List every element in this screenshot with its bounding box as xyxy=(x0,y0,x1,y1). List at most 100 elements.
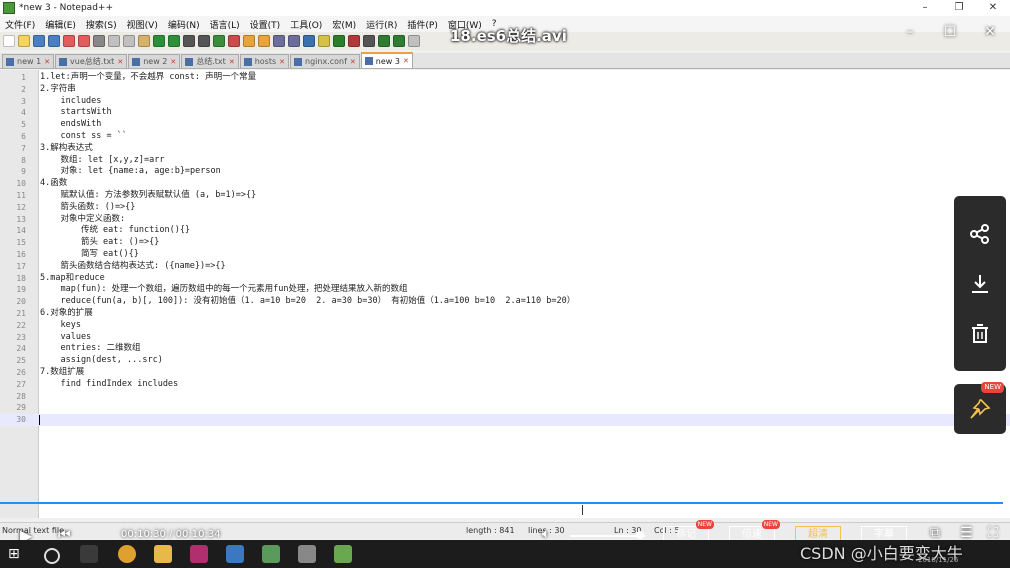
editor-line[interactable]: 29 xyxy=(0,402,1010,414)
editor-line[interactable]: 2 2.字符串 xyxy=(0,84,1010,96)
editor-line[interactable]: 9 对象: let {name:a, age:b}=person xyxy=(0,166,1010,178)
run-macro-icon[interactable] xyxy=(393,35,405,47)
pin-button[interactable]: NEW xyxy=(954,382,1006,434)
editor-line[interactable]: 18 5.map和reduce xyxy=(0,273,1010,285)
show-all-chars-icon[interactable] xyxy=(288,35,300,47)
tab-vue-summary[interactable]: vue总结.txt ✕ xyxy=(55,54,128,68)
save-macro-icon[interactable] xyxy=(408,35,420,47)
close-file-icon[interactable] xyxy=(63,35,75,47)
replace-icon[interactable] xyxy=(198,35,210,47)
editor-line[interactable]: 7 3.解构表达式 xyxy=(0,143,1010,155)
editor-line[interactable]: 25 assign(dest, ...src) xyxy=(0,355,1010,367)
menu-plugins[interactable]: 插件(P) xyxy=(402,18,442,31)
menu-run[interactable]: 运行(R) xyxy=(361,18,402,31)
tab-close-icon[interactable]: ✕ xyxy=(117,58,123,66)
pip-icon[interactable]: ⧉ xyxy=(930,525,940,541)
menu-macro[interactable]: 宏(M) xyxy=(327,18,361,31)
editor-line[interactable]: 6 const ss = `` xyxy=(0,131,1010,143)
editor-line[interactable]: 15 箭头 eat: ()=>{} xyxy=(0,237,1010,249)
text-editor[interactable]: 1 1.let:声明一个变量，不会越界 const: 声明一个常量 2 2.字符串 3 … xyxy=(0,70,1010,518)
editor-line[interactable]: 3 includes xyxy=(0,96,1010,108)
menu-edit[interactable]: 编辑(E) xyxy=(40,18,81,31)
print-icon[interactable] xyxy=(93,35,105,47)
app-icon-1[interactable] xyxy=(190,545,208,563)
menu-search[interactable]: 搜索(S) xyxy=(81,18,122,31)
editor-line[interactable]: 28 xyxy=(0,391,1010,403)
copy-icon[interactable] xyxy=(123,35,135,47)
indent-guide-icon[interactable] xyxy=(303,35,315,47)
player-close-icon[interactable]: ✕ xyxy=(970,22,1010,42)
tab-hosts[interactable]: hosts ✕ xyxy=(239,54,289,68)
doc-map-icon[interactable] xyxy=(318,35,330,47)
zoom-out-icon[interactable] xyxy=(228,35,240,47)
find-icon[interactable] xyxy=(183,35,195,47)
undo-icon[interactable] xyxy=(153,35,165,47)
tab-new-3[interactable]: new 3 ✕ xyxy=(360,52,413,68)
volume-knob[interactable] xyxy=(635,531,644,539)
new-file-icon[interactable] xyxy=(3,35,15,47)
menu-tools[interactable]: 工具(O) xyxy=(285,18,327,31)
app-icon-3[interactable] xyxy=(262,545,280,563)
editor-line[interactable]: 14 传统 eat: function(){} xyxy=(0,225,1010,237)
app-icon-4[interactable] xyxy=(298,545,316,563)
player-restore-icon[interactable]: ☐ xyxy=(930,22,970,42)
editor-line[interactable]: 21 6.对象的扩展 xyxy=(0,308,1010,320)
tab-close-icon[interactable]: ✕ xyxy=(403,57,409,65)
notepad-taskbar-icon[interactable] xyxy=(334,545,352,563)
menu-language[interactable]: 语言(L) xyxy=(205,18,245,31)
file-explorer-icon[interactable] xyxy=(154,545,172,563)
menu-settings[interactable]: 设置(T) xyxy=(245,18,286,31)
editor-line[interactable]: 30 xyxy=(0,414,1010,426)
editor-line[interactable]: 27 find findIndex includes xyxy=(0,379,1010,391)
paste-icon[interactable] xyxy=(138,35,150,47)
redo-icon[interactable] xyxy=(168,35,180,47)
word-wrap-icon[interactable] xyxy=(273,35,285,47)
editor-line[interactable]: 16 简写 eat(){} xyxy=(0,249,1010,261)
menu-file[interactable]: 文件(F) xyxy=(0,18,40,31)
editor-line[interactable]: 26 7.数组扩展 xyxy=(0,367,1010,379)
editor-line[interactable]: 24 entries: 二维数组 xyxy=(0,343,1010,355)
tab-nginx-conf[interactable]: nginx.conf ✕ xyxy=(290,54,360,68)
video-progress-bar[interactable] xyxy=(0,502,1003,504)
editor-line[interactable]: 17 箭头函数结合结构表达式: ({name})=>{} xyxy=(0,261,1010,273)
delete-button[interactable] xyxy=(954,310,1006,358)
editor-line[interactable]: 22 keys xyxy=(0,320,1010,332)
cut-icon[interactable] xyxy=(108,35,120,47)
menu-view[interactable]: 视图(V) xyxy=(122,18,163,31)
record-macro-icon[interactable] xyxy=(348,35,360,47)
tab-new-2[interactable]: new 2 ✕ xyxy=(128,54,181,68)
tab-close-icon[interactable]: ✕ xyxy=(350,58,356,66)
editor-line[interactable]: 12 箭头函数: ()=>{} xyxy=(0,202,1010,214)
save-all-icon[interactable] xyxy=(48,35,60,47)
editor-line[interactable]: 20 reduce(fun(a, b)[, 100]): 没有初始值（1. a=… xyxy=(0,296,1010,308)
editor-line[interactable]: 23 values xyxy=(0,332,1010,344)
task-view-icon[interactable] xyxy=(80,545,98,563)
editor-line[interactable]: 11 赋默认值: 方法参数列表赋默认值 (a, b=1)=>{} xyxy=(0,190,1010,202)
close-icon[interactable]: ✕ xyxy=(976,0,1010,16)
close-all-icon[interactable] xyxy=(78,35,90,47)
editor-line[interactable]: 19 map(fun): 处理一个数组，遍历数组中的每一个元素用fun处理，把处… xyxy=(0,284,1010,296)
editor-line[interactable]: 1 1.let:声明一个变量，不会越界 const: 声明一个常量 xyxy=(0,72,1010,84)
editor-line[interactable]: 13 对象中定义函数: xyxy=(0,214,1010,226)
editor-line[interactable]: 10 4.函数 xyxy=(0,178,1010,190)
sync-v-icon[interactable] xyxy=(243,35,255,47)
player-minimize-icon[interactable]: – xyxy=(890,22,930,42)
share-button[interactable] xyxy=(954,210,1006,258)
editor-line[interactable]: 5 endsWith xyxy=(0,119,1010,131)
tab-close-icon[interactable]: ✕ xyxy=(170,58,176,66)
stop-macro-icon[interactable] xyxy=(363,35,375,47)
minimize-icon[interactable]: – xyxy=(908,0,942,16)
restore-icon[interactable]: ❐ xyxy=(942,0,976,16)
open-file-icon[interactable] xyxy=(18,35,30,47)
function-list-icon[interactable] xyxy=(333,35,345,47)
search-icon[interactable] xyxy=(44,548,60,564)
zoom-in-icon[interactable] xyxy=(213,35,225,47)
tab-close-icon[interactable]: ✕ xyxy=(279,58,285,66)
download-button[interactable] xyxy=(954,260,1006,308)
menu-encoding[interactable]: 编码(N) xyxy=(163,18,205,31)
editor-line[interactable]: 8 数组: let [x,y,z]=arr xyxy=(0,155,1010,167)
playlist-icon[interactable]: ☰ xyxy=(960,525,973,541)
tab-new-1[interactable]: new 1 ✕ xyxy=(2,54,55,68)
editor-line[interactable]: 4 startsWith xyxy=(0,107,1010,119)
tab-close-icon[interactable]: ✕ xyxy=(44,58,50,66)
